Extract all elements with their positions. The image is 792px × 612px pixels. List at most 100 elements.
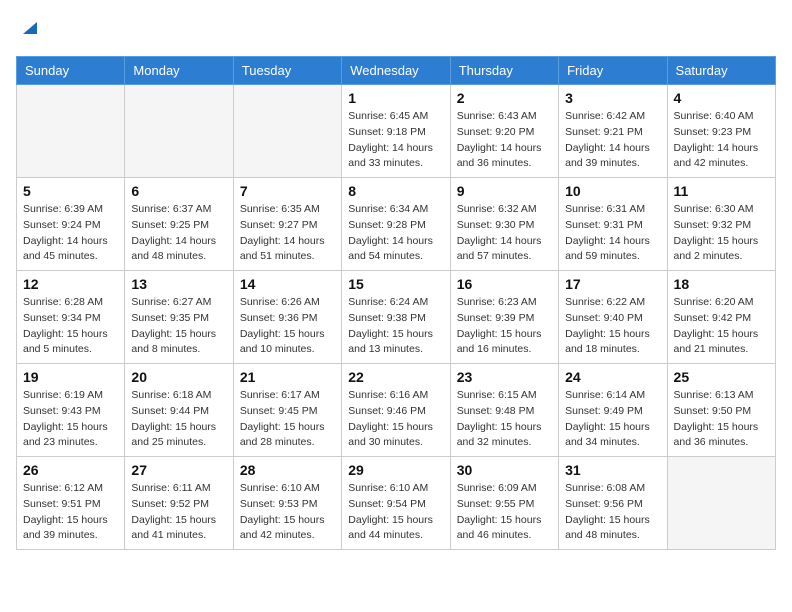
calendar-week-row: 1 Sunrise: 6:45 AMSunset: 9:18 PMDaylight…	[17, 85, 776, 178]
day-info: Sunrise: 6:34 AMSunset: 9:28 PMDaylight:…	[348, 202, 443, 265]
day-number: 8	[348, 183, 443, 199]
calendar-week-row: 5 Sunrise: 6:39 AMSunset: 9:24 PMDaylight…	[17, 178, 776, 271]
day-number: 4	[674, 90, 769, 106]
day-info: Sunrise: 6:40 AMSunset: 9:23 PMDaylight:…	[674, 109, 769, 172]
day-number: 7	[240, 183, 335, 199]
day-info: Sunrise: 6:30 AMSunset: 9:32 PMDaylight:…	[674, 202, 769, 265]
calendar-day-header: Sunday	[17, 57, 125, 85]
calendar-cell	[17, 85, 125, 178]
calendar-cell: 30 Sunrise: 6:09 AMSunset: 9:55 PMDayligh…	[450, 457, 558, 550]
calendar-week-row: 26 Sunrise: 6:12 AMSunset: 9:51 PMDayligh…	[17, 457, 776, 550]
calendar-cell: 29 Sunrise: 6:10 AMSunset: 9:54 PMDayligh…	[342, 457, 450, 550]
day-info: Sunrise: 6:14 AMSunset: 9:49 PMDaylight:…	[565, 388, 660, 451]
day-number: 5	[23, 183, 118, 199]
calendar-cell	[125, 85, 233, 178]
day-number: 20	[131, 369, 226, 385]
day-info: Sunrise: 6:10 AMSunset: 9:54 PMDaylight:…	[348, 481, 443, 544]
day-number: 31	[565, 462, 660, 478]
calendar-cell: 21Sunrise: 6:17 AMSunset: 9:45 PMDayligh…	[233, 364, 341, 457]
day-info: Sunrise: 6:19 AMSunset: 9:43 PMDaylight:…	[23, 388, 118, 451]
calendar-cell	[667, 457, 775, 550]
calendar-cell: 20 Sunrise: 6:18 AMSunset: 9:44 PMDayligh…	[125, 364, 233, 457]
day-info: Sunrise: 6:12 AMSunset: 9:51 PMDaylight:…	[23, 481, 118, 544]
day-number: 26	[23, 462, 118, 478]
day-number: 12	[23, 276, 118, 292]
day-number: 18	[674, 276, 769, 292]
day-number: 3	[565, 90, 660, 106]
calendar-cell: 1 Sunrise: 6:45 AMSunset: 9:18 PMDaylight…	[342, 85, 450, 178]
day-info: Sunrise: 6:22 AMSunset: 9:40 PMDaylight:…	[565, 295, 660, 358]
calendar-cell: 4 Sunrise: 6:40 AMSunset: 9:23 PMDaylight…	[667, 85, 775, 178]
calendar-day-header: Tuesday	[233, 57, 341, 85]
calendar-cell: 27Sunrise: 6:11 AMSunset: 9:52 PMDayligh…	[125, 457, 233, 550]
day-info: Sunrise: 6:43 AMSunset: 9:20 PMDaylight:…	[457, 109, 552, 172]
day-info: Sunrise: 6:31 AMSunset: 9:31 PMDaylight:…	[565, 202, 660, 265]
day-number: 22	[348, 369, 443, 385]
day-info: Sunrise: 6:24 AMSunset: 9:38 PMDaylight:…	[348, 295, 443, 358]
day-number: 24	[565, 369, 660, 385]
day-info: Sunrise: 6:18 AMSunset: 9:44 PMDaylight:…	[131, 388, 226, 451]
calendar-cell: 19Sunrise: 6:19 AMSunset: 9:43 PMDayligh…	[17, 364, 125, 457]
day-info: Sunrise: 6:28 AMSunset: 9:34 PMDaylight:…	[23, 295, 118, 358]
day-number: 27	[131, 462, 226, 478]
day-info: Sunrise: 6:09 AMSunset: 9:55 PMDaylight:…	[457, 481, 552, 544]
calendar-day-header: Thursday	[450, 57, 558, 85]
day-info: Sunrise: 6:32 AMSunset: 9:30 PMDaylight:…	[457, 202, 552, 265]
day-number: 13	[131, 276, 226, 292]
calendar-week-row: 19Sunrise: 6:19 AMSunset: 9:43 PMDayligh…	[17, 364, 776, 457]
day-number: 2	[457, 90, 552, 106]
day-number: 6	[131, 183, 226, 199]
calendar-cell: 13 Sunrise: 6:27 AMSunset: 9:35 PMDayligh…	[125, 271, 233, 364]
calendar-cell: 26 Sunrise: 6:12 AMSunset: 9:51 PMDayligh…	[17, 457, 125, 550]
calendar-cell	[233, 85, 341, 178]
calendar-cell: 15 Sunrise: 6:24 AMSunset: 9:38 PMDayligh…	[342, 271, 450, 364]
calendar-cell: 8 Sunrise: 6:34 AMSunset: 9:28 PMDaylight…	[342, 178, 450, 271]
calendar-cell: 22 Sunrise: 6:16 AMSunset: 9:46 PMDayligh…	[342, 364, 450, 457]
day-number: 28	[240, 462, 335, 478]
calendar-header-row: SundayMondayTuesdayWednesdayThursdayFrid…	[17, 57, 776, 85]
calendar-cell: 23 Sunrise: 6:15 AMSunset: 9:48 PMDayligh…	[450, 364, 558, 457]
calendar-cell: 25 Sunrise: 6:13 AMSunset: 9:50 PMDayligh…	[667, 364, 775, 457]
day-number: 23	[457, 369, 552, 385]
day-info: Sunrise: 6:39 AMSunset: 9:24 PMDaylight:…	[23, 202, 118, 265]
day-number: 16	[457, 276, 552, 292]
day-info: Sunrise: 6:45 AMSunset: 9:18 PMDaylight:…	[348, 109, 443, 172]
day-info: Sunrise: 6:42 AMSunset: 9:21 PMDaylight:…	[565, 109, 660, 172]
day-info: Sunrise: 6:20 AMSunset: 9:42 PMDaylight:…	[674, 295, 769, 358]
day-number: 29	[348, 462, 443, 478]
day-number: 10	[565, 183, 660, 199]
day-number: 25	[674, 369, 769, 385]
day-info: Sunrise: 6:16 AMSunset: 9:46 PMDaylight:…	[348, 388, 443, 451]
calendar-cell: 28 Sunrise: 6:10 AMSunset: 9:53 PMDayligh…	[233, 457, 341, 550]
calendar-table: SundayMondayTuesdayWednesdayThursdayFrid…	[16, 56, 776, 550]
day-info: Sunrise: 6:26 AMSunset: 9:36 PMDaylight:…	[240, 295, 335, 358]
calendar-day-header: Wednesday	[342, 57, 450, 85]
day-info: Sunrise: 6:10 AMSunset: 9:53 PMDaylight:…	[240, 481, 335, 544]
day-info: Sunrise: 6:37 AMSunset: 9:25 PMDaylight:…	[131, 202, 226, 265]
day-info: Sunrise: 6:13 AMSunset: 9:50 PMDaylight:…	[674, 388, 769, 451]
calendar-cell: 17Sunrise: 6:22 AMSunset: 9:40 PMDayligh…	[559, 271, 667, 364]
day-number: 1	[348, 90, 443, 106]
calendar-cell: 11Sunrise: 6:30 AMSunset: 9:32 PMDayligh…	[667, 178, 775, 271]
calendar-day-header: Monday	[125, 57, 233, 85]
day-info: Sunrise: 6:27 AMSunset: 9:35 PMDaylight:…	[131, 295, 226, 358]
calendar-day-header: Friday	[559, 57, 667, 85]
calendar-cell: 24 Sunrise: 6:14 AMSunset: 9:49 PMDayligh…	[559, 364, 667, 457]
day-number: 21	[240, 369, 335, 385]
day-info: Sunrise: 6:15 AMSunset: 9:48 PMDaylight:…	[457, 388, 552, 451]
logo-icon	[19, 18, 37, 36]
calendar-cell: 18 Sunrise: 6:20 AMSunset: 9:42 PMDayligh…	[667, 271, 775, 364]
calendar-cell: 14Sunrise: 6:26 AMSunset: 9:36 PMDayligh…	[233, 271, 341, 364]
day-info: Sunrise: 6:35 AMSunset: 9:27 PMDaylight:…	[240, 202, 335, 265]
day-info: Sunrise: 6:08 AMSunset: 9:56 PMDaylight:…	[565, 481, 660, 544]
calendar-cell: 2 Sunrise: 6:43 AMSunset: 9:20 PMDaylight…	[450, 85, 558, 178]
calendar-cell: 3 Sunrise: 6:42 AMSunset: 9:21 PMDaylight…	[559, 85, 667, 178]
calendar-cell: 16 Sunrise: 6:23 AMSunset: 9:39 PMDayligh…	[450, 271, 558, 364]
calendar-cell: 31 Sunrise: 6:08 AMSunset: 9:56 PMDayligh…	[559, 457, 667, 550]
day-info: Sunrise: 6:23 AMSunset: 9:39 PMDaylight:…	[457, 295, 552, 358]
calendar-cell: 10 Sunrise: 6:31 AMSunset: 9:31 PMDayligh…	[559, 178, 667, 271]
logo	[16, 16, 37, 44]
day-number: 15	[348, 276, 443, 292]
calendar-week-row: 12 Sunrise: 6:28 AMSunset: 9:34 PMDayligh…	[17, 271, 776, 364]
day-number: 30	[457, 462, 552, 478]
